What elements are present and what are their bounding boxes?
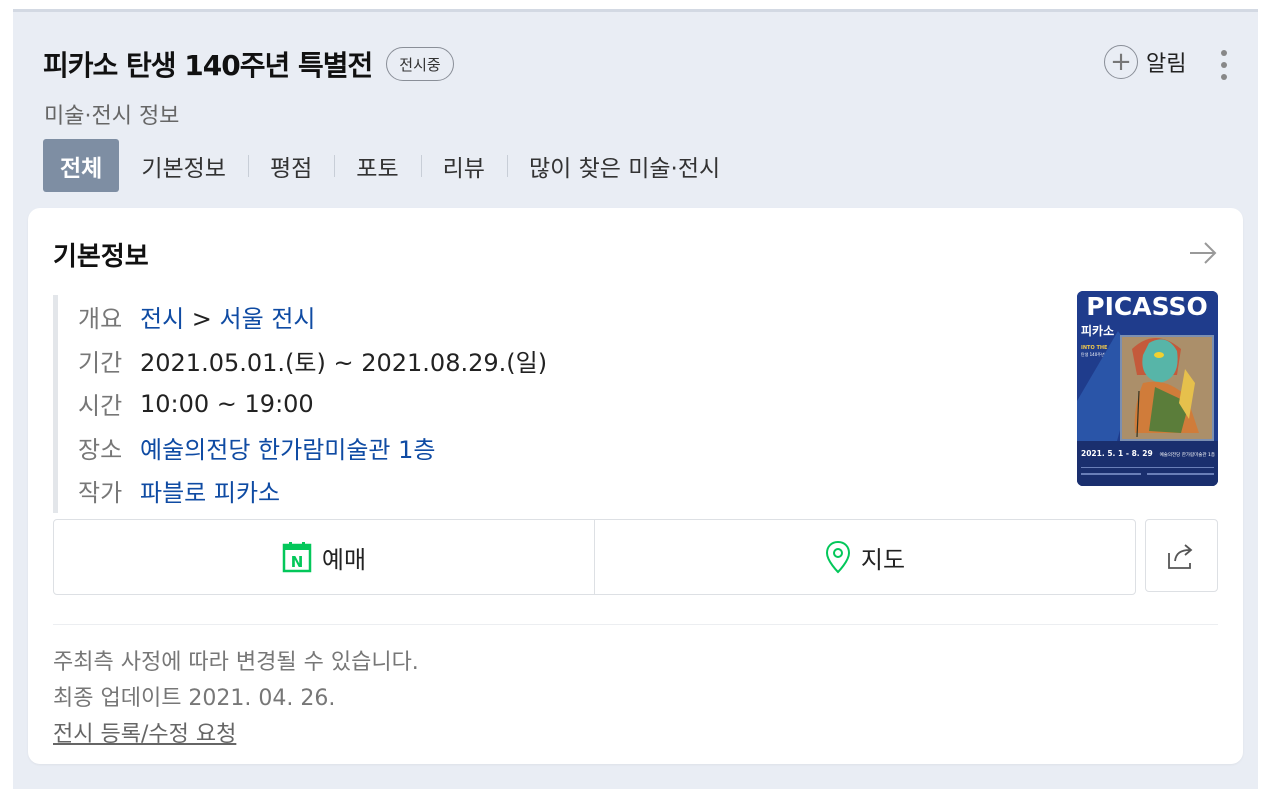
info-row-overview: 개요 전시 > 서울 전시	[78, 295, 547, 339]
info-key: 작가	[78, 479, 123, 508]
info-row-artist: 작가 파블로 피카소	[78, 469, 547, 513]
tab-all[interactable]: 전체	[43, 139, 120, 192]
tab-basic-info[interactable]: 기본정보	[119, 139, 248, 192]
subcategory-link[interactable]: 서울 전시	[220, 305, 316, 333]
map-label: 지도	[860, 545, 906, 574]
info-key: 시간	[78, 392, 123, 421]
naver-glyph: N	[291, 553, 304, 571]
tab-review[interactable]: 리뷰	[420, 139, 507, 192]
more-vertical-icon[interactable]	[1218, 50, 1230, 84]
page-title: 피카소 탄생 140주년 특별전	[43, 49, 373, 82]
card-title: 기본정보	[53, 242, 149, 272]
exhibition-poster[interactable]: PICASSO 피카소 INTO THE MYTH 탄생 140주년 특별전 2…	[1077, 291, 1218, 486]
category-link[interactable]: 전시	[140, 305, 184, 333]
poster-title: PICASSO	[1086, 292, 1207, 321]
info-key: 개요	[78, 305, 123, 334]
arrow-right-icon[interactable]	[1188, 241, 1218, 265]
tab-rating[interactable]: 평점	[247, 139, 334, 192]
notice-text: 주최측 사정에 따라 변경될 수 있습니다.	[53, 650, 419, 675]
tab-bar: 전체 기본정보 평점 포토 리뷰 많이 찾은 미술·전시	[43, 139, 742, 192]
category-separator: >	[184, 305, 220, 334]
info-key: 장소	[78, 435, 123, 464]
map-button[interactable]: 지도	[594, 520, 1135, 594]
alarm-button[interactable]: + 알림	[1104, 45, 1186, 79]
info-key: 기간	[78, 348, 123, 377]
poster-subtitle: 피카소	[1081, 323, 1114, 338]
edit-request-link[interactable]: 전시 등록/수정 요청	[53, 717, 419, 753]
poster-venue: 예술의전당 한가람미술관 1층	[1160, 451, 1215, 458]
info-list: 개요 전시 > 서울 전시 기간 2021.05.01.(토) ~ 2021.0…	[53, 295, 547, 513]
artist-link[interactable]: 파블로 피카소	[140, 473, 280, 508]
reserve-button[interactable]: N 예매	[54, 520, 594, 594]
notes: 주최측 사정에 따라 변경될 수 있습니다. 최종 업데이트 2021. 04.…	[53, 645, 419, 753]
last-updated: 최종 업데이트 2021. 04. 26.	[53, 686, 336, 711]
info-row-venue: 장소 예술의전당 한가람미술관 1층	[78, 426, 547, 470]
time-value: 10:00 ~ 19:00	[140, 389, 314, 418]
share-icon	[1167, 543, 1192, 569]
venue-link[interactable]: 예술의전당 한가람미술관 1층	[140, 430, 436, 465]
tab-popular-exhibitions[interactable]: 많이 찾은 미술·전시	[506, 139, 742, 192]
subtitle: 미술·전시 정보	[44, 104, 180, 129]
reserve-label: 예매	[321, 545, 367, 574]
action-button-group: N 예매 지도	[53, 519, 1136, 595]
plus-icon: +	[1104, 45, 1138, 79]
basic-info-card: 기본정보 개요 전시 > 서울 전시 기간 2021.05.01.(토) ~ 2…	[28, 208, 1243, 764]
period-value: 2021.05.01.(토) ~ 2021.08.29.(일)	[140, 348, 548, 377]
alarm-label: 알림	[1146, 52, 1187, 77]
share-button[interactable]	[1145, 519, 1218, 592]
info-row-time: 시간 10:00 ~ 19:00	[78, 382, 547, 426]
tab-photo[interactable]: 포토	[334, 139, 420, 192]
status-badge: 전시중	[386, 47, 454, 81]
info-row-period: 기간 2021.05.01.(토) ~ 2021.08.29.(일)	[78, 339, 547, 383]
naver-calendar-icon: N	[282, 542, 312, 573]
divider	[53, 624, 1218, 625]
title-row: 피카소 탄생 140주년 특별전 전시중	[43, 44, 454, 84]
map-pin-icon	[825, 540, 850, 574]
poster-dates: 2021. 5. 1 - 8. 29	[1081, 449, 1153, 458]
